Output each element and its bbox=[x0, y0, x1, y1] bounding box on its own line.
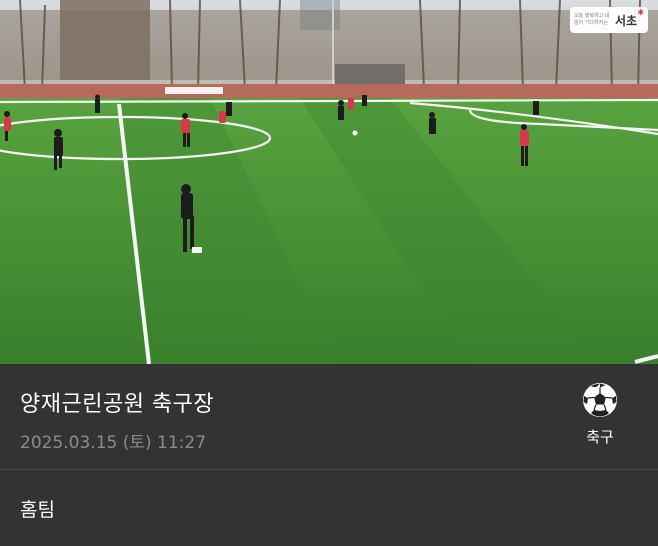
home-team-section: 홈팀 bbox=[0, 470, 658, 546]
ball bbox=[352, 130, 358, 136]
match-video[interactable]: 오늘 행복하고 내일이 기다려지는 서초 ✱ bbox=[0, 0, 658, 364]
venue-title: 양재근린공원 축구장 bbox=[20, 392, 215, 417]
pitch-scene bbox=[0, 0, 658, 364]
logo-slogan: 오늘 행복하고 내일이 기다려지는 bbox=[574, 13, 610, 26]
home-team-label: 홈팀 bbox=[20, 499, 55, 521]
match-datetime: 2025.03.15 (토) 11:27 bbox=[20, 433, 207, 453]
venue-info: 양재근린공원 축구장 2025.03.15 (토) 11:27 축구 bbox=[0, 364, 658, 470]
seocho-logo: 오늘 행복하고 내일이 기다려지는 서초 ✱ bbox=[570, 7, 648, 33]
logo-name: 서초 ✱ bbox=[615, 7, 645, 28]
soccer-ball-icon bbox=[583, 383, 617, 417]
sport-label: 축구 bbox=[586, 428, 614, 446]
sport-type: 축구 bbox=[574, 382, 626, 447]
